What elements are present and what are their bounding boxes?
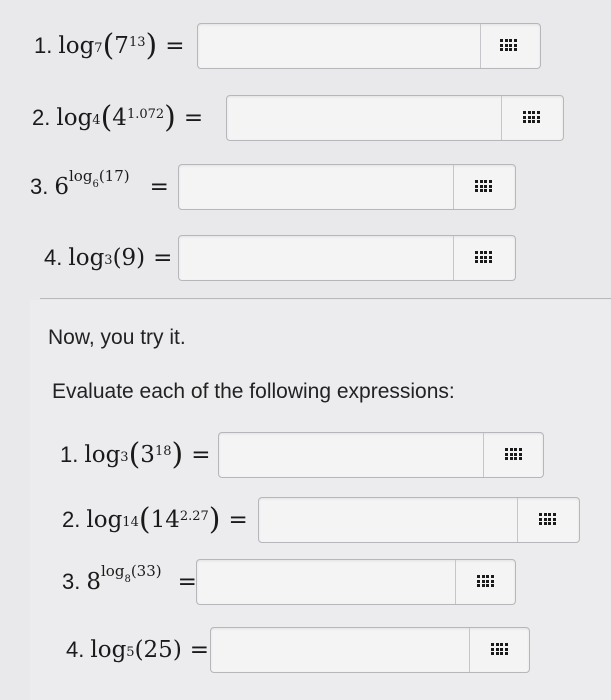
expression: 3. 6 log6(17) =: [30, 167, 169, 201]
arg-exponent: 2.27: [179, 508, 209, 524]
keypad-grid-icon[interactable]: [491, 643, 509, 657]
exp-log-fn: log: [69, 166, 93, 185]
equals-sign: =: [149, 174, 169, 200]
exp-log-base: 8: [124, 573, 131, 585]
section-instructions: Evaluate each of the following expressio…: [52, 380, 455, 403]
answer-box: [218, 432, 544, 478]
expression: 1. log 7 (7 13) =: [34, 28, 185, 63]
keypad-grid-icon[interactable]: [500, 39, 518, 53]
problem-row-4: 4. log 3 (9) =: [0, 228, 611, 288]
expression: 1. log 3 (3 18) =: [60, 437, 211, 472]
answer-input[interactable]: [179, 165, 454, 209]
answer-input[interactable]: [259, 498, 518, 542]
answer-input[interactable]: [219, 433, 484, 477]
practice-row-1: 1. log 3 (3 18) =: [0, 425, 611, 485]
exp-arg: (17): [98, 166, 130, 185]
practice-row-3: 3. 8 log8(33) =: [0, 552, 611, 612]
section-intro: Now, you try it.: [48, 326, 186, 349]
section-divider: [40, 298, 611, 299]
answer-box: [226, 95, 564, 141]
problem-number: 4.: [44, 245, 63, 270]
problem-row-1: 1. log 7 (7 13) =: [0, 16, 611, 76]
lead-base: 8: [86, 569, 101, 595]
answer-box: [178, 164, 516, 210]
lead-base: 6: [54, 174, 69, 200]
keypad-grid-icon[interactable]: [475, 180, 493, 194]
arg-exponent: 18: [154, 443, 172, 459]
problem-row-2: 2. log 4 (4 1.072) =: [0, 88, 611, 148]
expression: 3. 8 log8(33) =: [62, 562, 197, 596]
answer-input[interactable]: [198, 24, 481, 68]
problem-number: 2.: [62, 507, 81, 532]
equals-sign: =: [153, 245, 173, 271]
equals-sign: =: [183, 105, 204, 131]
keypad-grid-icon[interactable]: [523, 111, 541, 125]
log-base: 5: [126, 644, 135, 660]
expression: 2. log 4 (4 1.072) =: [32, 100, 204, 135]
equals-sign: =: [228, 507, 248, 533]
log-base: 7: [94, 40, 103, 56]
keypad-grid-icon[interactable]: [475, 251, 493, 265]
arg-base: 14: [150, 507, 180, 533]
arg-base: 4: [112, 105, 127, 131]
log-fn: log: [68, 245, 105, 271]
arg-exponent: 13: [128, 34, 146, 50]
answer-box: [178, 235, 516, 281]
practice-row-4: 4. log 5 (25) =: [0, 620, 611, 680]
exp-arg: (33): [130, 561, 162, 580]
log-fn: log: [86, 507, 123, 533]
log-fn: log: [90, 637, 127, 663]
equals-sign: =: [165, 33, 185, 59]
problem-number: 3.: [30, 174, 49, 199]
expression: 4. log 5 (25) =: [66, 637, 209, 663]
arg: (9): [112, 245, 146, 271]
answer-box: [197, 23, 541, 69]
log-base: 3: [104, 252, 113, 268]
exp-log-fn: log: [101, 561, 125, 580]
arg-exponent: 1.072: [126, 106, 165, 122]
keypad-grid-icon[interactable]: [505, 448, 523, 462]
answer-input[interactable]: [227, 96, 502, 140]
keypad-grid-icon[interactable]: [477, 575, 495, 589]
log-base: 14: [122, 514, 139, 530]
problem-number: 2.: [32, 105, 51, 130]
log-base: 4: [92, 112, 101, 128]
problem-number: 1.: [34, 33, 53, 58]
equals-sign: =: [177, 569, 197, 595]
log-fn: log: [58, 33, 95, 59]
practice-row-2: 2. log 14 (14 2.27) =: [0, 490, 611, 550]
expression: 2. log 14 (14 2.27) =: [62, 502, 248, 537]
keypad-grid-icon[interactable]: [539, 513, 557, 527]
arg: (25): [134, 637, 182, 663]
log-fn: log: [56, 105, 93, 131]
answer-box: [210, 627, 530, 673]
problem-number: 1.: [60, 442, 79, 467]
problem-number: 4.: [66, 637, 85, 662]
equals-sign: =: [189, 637, 210, 663]
problem-row-3: 3. 6 log6(17) =: [0, 157, 611, 217]
answer-box: [258, 497, 580, 543]
arg-base: 7: [114, 33, 129, 59]
answer-input[interactable]: [197, 560, 456, 604]
answer-input[interactable]: [179, 236, 454, 280]
exp-log-base: 6: [92, 178, 99, 190]
log-fn: log: [84, 442, 121, 468]
problem-number: 3.: [62, 569, 81, 594]
answer-input[interactable]: [211, 628, 470, 672]
answer-box: [196, 559, 516, 605]
arg-base: 3: [140, 442, 155, 468]
log-base: 3: [120, 449, 129, 465]
equals-sign: =: [191, 442, 211, 468]
expression: 4. log 3 (9) =: [44, 245, 172, 271]
